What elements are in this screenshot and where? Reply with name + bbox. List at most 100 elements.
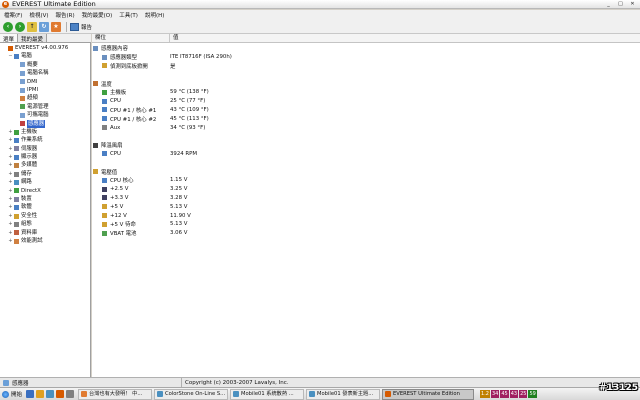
list-item[interactable]: +5 V 待命 5.13 V	[92, 220, 640, 229]
expand-icon[interactable]: +	[8, 145, 13, 153]
list-item[interactable]: Aux 34 °C (93 °F)	[92, 123, 640, 132]
tab-menu[interactable]: 選單	[0, 34, 19, 43]
list-item[interactable]: 偵測到底板掀開 是	[92, 62, 640, 71]
tray-sensor-badge[interactable]: 25	[519, 390, 528, 398]
list-item[interactable]: CPU 核心 1.15 V	[92, 176, 640, 185]
tray-sensor-badge[interactable]: 59	[528, 390, 537, 398]
expand-icon[interactable]: +	[8, 203, 13, 211]
sensor-status-icon	[3, 379, 9, 386]
menu-favorites[interactable]: 我的最愛(O)	[82, 11, 113, 19]
tree-item[interactable]: + 作業系統	[0, 136, 90, 144]
tree-item[interactable]: + 儲存	[0, 170, 90, 178]
tree-item[interactable]: 電源管理	[0, 103, 90, 111]
tab-favorites[interactable]: 我的最愛	[18, 34, 48, 43]
app-icon[interactable]	[56, 390, 65, 398]
expand-icon[interactable]: +	[8, 237, 13, 245]
menu-report[interactable]: 報告(R)	[56, 11, 75, 19]
tree-item[interactable]: + 裝置	[0, 195, 90, 203]
tree-item[interactable]: 電腦名稱	[0, 69, 90, 77]
taskbar-button[interactable]: 台灣也有大發明！ 中...	[78, 388, 153, 400]
tree-item[interactable]: − 電腦	[0, 52, 90, 60]
list-item[interactable]: +3.3 V 3.28 V	[92, 194, 640, 203]
tree-node-icon	[14, 163, 19, 169]
tree-item[interactable]: 超頻	[0, 94, 90, 102]
tree-item[interactable]: + 主機板	[0, 128, 90, 136]
app-icon-2[interactable]	[66, 390, 75, 398]
expand-icon[interactable]: +	[8, 187, 13, 195]
expand-icon[interactable]: +	[8, 229, 13, 237]
column-header-value[interactable]: 值	[170, 34, 640, 42]
tree-item[interactable]: 感應器	[0, 119, 90, 128]
expand-icon[interactable]: +	[8, 170, 13, 178]
menu-file[interactable]: 檔案(F)	[4, 11, 22, 19]
tree-item[interactable]: + DirectX	[0, 187, 90, 195]
tray-sensor-badge[interactable]: 1.2	[480, 390, 490, 398]
tray-sensor-badge[interactable]: 43	[509, 390, 519, 398]
expand-icon[interactable]: +	[8, 153, 13, 161]
close-button[interactable]: ✕	[627, 1, 638, 8]
tree-item-label: 網路	[21, 179, 32, 186]
taskbar-button[interactable]: ColorStone On-Line S...	[154, 388, 229, 400]
menu-view[interactable]: 檢視(V)	[29, 11, 48, 19]
list-item[interactable]: CPU 25 °C (77 °F)	[92, 97, 640, 106]
favorites-icon[interactable]: ★	[51, 21, 61, 32]
field-name: Aux	[110, 124, 121, 131]
list-item[interactable]: VBAT 電池 3.06 V	[92, 229, 640, 238]
taskbar-button[interactable]: Mobile01 發表新主題...	[306, 388, 381, 400]
up-icon[interactable]: ↑	[27, 21, 37, 32]
field-icon	[102, 107, 107, 113]
tree-item[interactable]: + 軟體	[0, 203, 90, 211]
list-item[interactable]: 主機板 59 °C (138 °F)	[92, 88, 640, 97]
minimize-button[interactable]: _	[603, 1, 614, 8]
tree-item[interactable]: + 顯示器	[0, 153, 90, 161]
expand-icon[interactable]: +	[8, 136, 13, 144]
list-item[interactable]: +2.5 V 3.25 V	[92, 185, 640, 194]
explorer-icon[interactable]	[36, 390, 45, 398]
list-item[interactable]: CPU #1 / 核心 #2 45 °C (113 °F)	[92, 114, 640, 123]
expand-icon[interactable]: +	[8, 128, 13, 136]
tray-sensor-badge[interactable]: 45	[500, 390, 509, 398]
back-icon[interactable]: ‹	[3, 21, 13, 32]
expand-icon[interactable]: +	[8, 212, 13, 220]
list-item[interactable]: 感應器類型 ITE IT8716F (ISA 290h)	[92, 53, 640, 62]
tree-item[interactable]: EVEREST v4.00.976	[0, 44, 90, 52]
expand-icon[interactable]: +	[8, 220, 13, 228]
menu-tools[interactable]: 工具(T)	[119, 11, 138, 19]
tree-item[interactable]: + 網路	[0, 178, 90, 186]
maximize-button[interactable]: □	[615, 1, 626, 8]
start-label: 開始	[11, 392, 23, 398]
tree-item[interactable]: IPMI	[0, 86, 90, 94]
collapse-icon[interactable]: −	[8, 52, 13, 60]
forward-icon[interactable]: ›	[15, 21, 25, 32]
list-item[interactable]: +5 V 5.13 V	[92, 202, 640, 211]
tree-item[interactable]: 可攜電腦	[0, 111, 90, 119]
expand-icon[interactable]: +	[8, 161, 13, 169]
expand-icon[interactable]: +	[8, 195, 13, 203]
tree-item[interactable]: + 多媒體	[0, 161, 90, 169]
tree-item[interactable]: + 安全性	[0, 212, 90, 220]
browser-icon[interactable]	[46, 390, 55, 398]
taskbar-button[interactable]: EVEREST Ultimate Edition	[382, 388, 475, 400]
menu-help[interactable]: 說明(H)	[145, 11, 164, 19]
taskbar-button[interactable]: Mobile01 系統散熱 ...	[230, 388, 305, 400]
tree-item-label: 電源管理	[27, 103, 49, 110]
tray-sensor-badge[interactable]: 34	[490, 390, 500, 398]
show-desktop-icon[interactable]	[26, 390, 35, 398]
tree-item[interactable]: + 效能測試	[0, 237, 90, 245]
field-icon	[102, 221, 107, 227]
start-button[interactable]: 開始	[0, 389, 26, 400]
column-header-field[interactable]: 欄位	[92, 34, 170, 42]
sensor-list: 感應器內容 感應器類型 ITE IT8716F (ISA 290h) 偵測到底板掀開 是…	[92, 43, 640, 377]
tree-item[interactable]: + 伺服器	[0, 145, 90, 153]
expand-icon[interactable]: +	[8, 178, 13, 186]
tree-item[interactable]: DMI	[0, 78, 90, 86]
list-item[interactable]: CPU 3924 RPM	[92, 150, 640, 159]
refresh-icon[interactable]: ↻	[39, 21, 49, 32]
field-name: CPU 核心	[110, 178, 134, 185]
list-item[interactable]: +12 V 11.90 V	[92, 211, 640, 220]
list-item[interactable]: CPU #1 / 核心 #1 43 °C (109 °F)	[92, 106, 640, 115]
tree-item[interactable]: + 資料庫	[0, 229, 90, 237]
report-button[interactable]: 報告	[70, 22, 92, 31]
tree-item[interactable]: 概要	[0, 61, 90, 69]
tree-item[interactable]: + 組態	[0, 220, 90, 228]
